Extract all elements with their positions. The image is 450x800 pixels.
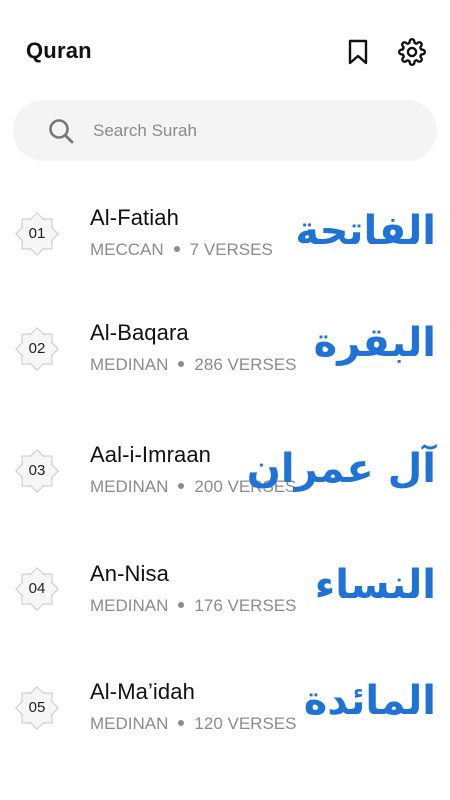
separator-dot: [178, 602, 185, 609]
surah-arabic-name: النساء: [314, 562, 436, 608]
separator-dot: [178, 483, 185, 490]
surah-type: MEDINAN: [90, 355, 169, 374]
surah-number: 03: [28, 462, 46, 479]
page-title: Quran: [26, 38, 92, 63]
surah-number: 02: [28, 340, 46, 357]
bookmark-button[interactable]: [342, 36, 374, 68]
surah-verses: 7 VERSES: [189, 240, 273, 259]
surah-meta: MECCAN 7 VERSES: [90, 240, 273, 260]
surah-arabic-name: المائدة: [303, 678, 436, 724]
surah-row[interactable]: 03 Aal-i-Imraan MEDINAN 200 VERSES آل عمر…: [0, 408, 450, 526]
surah-meta: MEDINAN 286 VERSES: [90, 355, 296, 375]
surah-number-badge: 03: [12, 446, 62, 496]
surah-number: 04: [28, 580, 46, 597]
surah-meta: MEDINAN 176 VERSES: [90, 596, 296, 616]
surah-row[interactable]: 01 Al-Fatiah MECCAN 7 VERSES الفاتحة: [0, 172, 450, 290]
surah-number: 01: [28, 225, 46, 242]
surah-name: An-Nisa: [90, 561, 169, 586]
surah-name: Al-Fatiah: [90, 205, 179, 230]
surah-name: Al-Baqara: [90, 320, 189, 345]
app-header: Quran: [0, 0, 450, 100]
surah-arabic-name: الفاتحة: [295, 208, 436, 254]
separator-dot: [178, 361, 185, 368]
gear-icon: [398, 38, 426, 66]
search-input[interactable]: [93, 100, 413, 161]
surah-row[interactable]: 04 An-Nisa MEDINAN 176 VERSES النساء: [0, 526, 450, 644]
surah-row[interactable]: 02 Al-Baqara MEDINAN 286 VERSES البقرة: [0, 290, 450, 408]
bookmark-icon: [348, 39, 368, 65]
surah-number: 05: [28, 699, 46, 716]
surah-type: MEDINAN: [90, 477, 169, 496]
settings-button[interactable]: [396, 36, 428, 68]
surah-number-badge: 02: [12, 324, 62, 374]
surah-number-badge: 04: [12, 564, 62, 614]
surah-arabic-name: آل عمران: [246, 446, 436, 492]
search-bar[interactable]: [13, 100, 437, 161]
surah-type: MEDINAN: [90, 714, 169, 733]
surah-verses: 286 VERSES: [194, 355, 297, 374]
surah-name: Al-Ma’idah: [90, 679, 195, 704]
surah-arabic-name: البقرة: [313, 320, 436, 366]
surah-verses: 176 VERSES: [194, 596, 297, 615]
surah-row[interactable]: 05 Al-Ma’idah MEDINAN 120 VERSES المائدة: [0, 644, 450, 762]
surah-number-badge: 01: [12, 209, 62, 259]
surah-type: MECCAN: [90, 240, 164, 259]
separator-dot: [178, 720, 185, 727]
surah-name: Aal-i-Imraan: [90, 442, 212, 467]
surah-type: MEDINAN: [90, 596, 169, 615]
surah-meta: MEDINAN 120 VERSES: [90, 714, 296, 734]
surah-verses: 120 VERSES: [194, 714, 297, 733]
surah-number-badge: 05: [12, 683, 62, 733]
search-icon: [49, 119, 74, 144]
separator-dot: [173, 246, 180, 253]
